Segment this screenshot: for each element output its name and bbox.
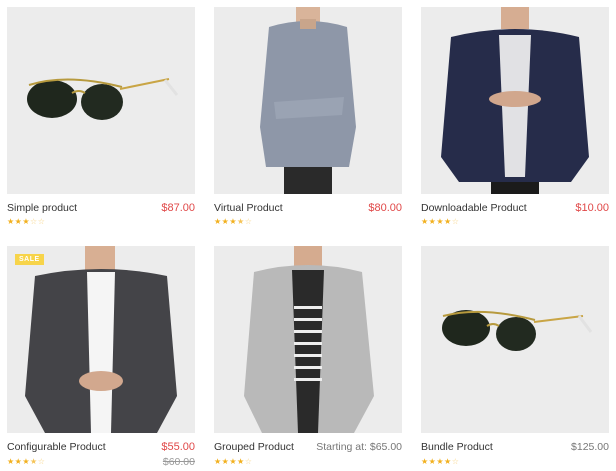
product-name[interactable]: Downloadable Product [421,202,527,214]
sale-badge: SALE [15,254,44,265]
rating-stars: ★★★★☆ [421,457,459,466]
denim-shirt-image [260,7,356,194]
sunglasses-image [27,78,179,120]
old-price: $60.00 [162,456,195,468]
product-price: $10.00 [575,202,609,214]
rating-stars: ★★★★☆ [421,217,459,226]
product-image[interactable] [421,7,609,194]
product-price: $80.00 [368,202,402,214]
rating-stars: ★★★☆☆ [7,217,45,226]
star-icon: ★ [7,217,15,226]
product-image[interactable] [214,246,402,433]
star-icon: ★ [444,457,452,466]
product-image[interactable] [7,7,195,194]
grey-blazer-image [25,246,177,433]
star-icon: ★ [7,457,15,466]
star-empty-icon: ☆ [244,217,253,226]
star-icon: ★ [436,457,445,466]
star-icon: ★ [237,457,245,466]
star-icon: ★ [444,217,452,226]
rating-stars: ★★★★☆ [214,217,252,226]
star-icon: ★ [214,457,222,466]
product-price: $87.00 [161,202,195,214]
product-price: Starting at: $65.00 [316,441,402,453]
light-blazer-image [244,246,374,433]
star-icon: ★ [22,457,31,466]
product-price: $125.00 [571,441,609,453]
sunglasses-image [442,310,593,351]
star-empty-icon: ☆ [451,217,460,226]
star-empty-icon: ☆ [451,457,460,466]
star-half-icon: ★ [237,217,245,226]
star-icon: ★ [214,217,222,226]
product-image[interactable] [214,7,402,194]
star-empty-icon: ☆ [37,217,46,226]
star-empty-icon: ☆ [244,457,253,466]
product-name[interactable]: Bundle Product [421,441,493,453]
product-price: $55.00 [161,441,195,453]
rating-stars: ★★★★☆ [214,457,252,466]
product-image[interactable] [421,246,609,433]
product-name[interactable]: Virtual Product [214,202,283,214]
rating-stars: ★★★★☆ [7,457,45,466]
star-empty-icon: ☆ [30,217,38,226]
star-icon: ★ [436,217,445,226]
star-icon: ★ [421,217,429,226]
product-name[interactable]: Grouped Product [214,441,294,453]
product-name[interactable]: Configurable Product [7,441,106,453]
star-half-icon: ★ [30,457,38,466]
star-icon: ★ [229,217,238,226]
product-image[interactable]: SALE [7,246,195,433]
navy-blazer-image [441,7,589,194]
star-icon: ★ [229,457,238,466]
product-name[interactable]: Simple product [7,202,77,214]
star-icon: ★ [421,457,429,466]
star-icon: ★ [22,217,31,226]
star-empty-icon: ☆ [37,457,46,466]
